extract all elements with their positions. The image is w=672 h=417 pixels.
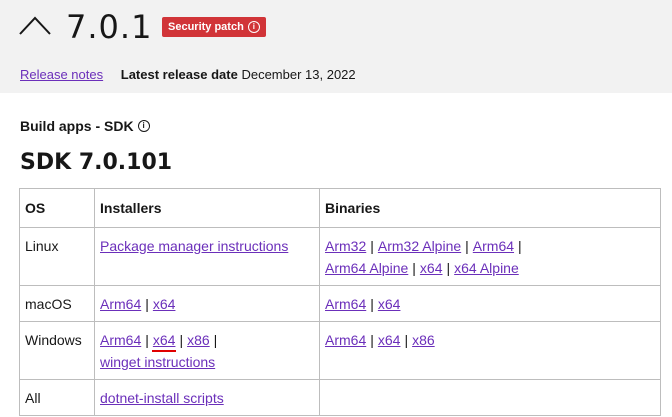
sdk-title: SDK 7.0.101 bbox=[20, 150, 173, 175]
release-info-row: Release notes Latest release date Decemb… bbox=[20, 67, 356, 82]
binaries-cell: Arm64 | x64 bbox=[319, 285, 661, 322]
link-x86[interactable]: x86 bbox=[187, 332, 210, 348]
link-arm64[interactable]: Arm64 bbox=[325, 296, 366, 312]
link-x64[interactable]: x64 bbox=[378, 332, 401, 348]
link-x64[interactable]: x64 bbox=[378, 296, 401, 312]
release-header: 7.0.1 Security patch i Release notes Lat… bbox=[0, 0, 672, 93]
downloads-table: OS Installers Binaries Linux Package man… bbox=[19, 188, 661, 416]
installers-cell: Package manager instructions bbox=[94, 227, 320, 286]
latest-release-date: December 13, 2022 bbox=[241, 67, 356, 82]
version-title: 7.0.1 bbox=[66, 8, 153, 46]
link-package-manager[interactable]: Package manager instructions bbox=[100, 238, 288, 254]
link-arm64[interactable]: Arm64 bbox=[100, 296, 141, 312]
link-arm32[interactable]: Arm32 bbox=[325, 238, 366, 254]
os-cell: All bbox=[19, 379, 95, 416]
link-dotnet-install-scripts[interactable]: dotnet-install scripts bbox=[100, 390, 224, 406]
chevron-up-icon[interactable] bbox=[18, 14, 52, 36]
binaries-cell: Arm64 | x64 | x86 bbox=[319, 321, 661, 380]
link-x64-alpine[interactable]: x64 Alpine bbox=[454, 260, 519, 276]
release-notes-link[interactable]: Release notes bbox=[20, 67, 103, 82]
latest-release-label: Latest release date bbox=[120, 67, 238, 82]
link-arm32-alpine[interactable]: Arm32 Alpine bbox=[378, 238, 461, 254]
column-header-binaries: Binaries bbox=[319, 188, 661, 228]
table-row: Windows Arm64 | x64 | x86 | winget instructio… bbox=[19, 321, 661, 380]
installers-cell: Arm64 | x64 | x86 | winget instructions bbox=[94, 321, 320, 380]
binaries-cell bbox=[319, 379, 661, 416]
table-row: macOS Arm64 | x64 Arm64 | x64 bbox=[19, 285, 661, 322]
installers-cell: dotnet-install scripts bbox=[94, 379, 320, 416]
badge-label: Security patch bbox=[168, 21, 244, 33]
link-arm64[interactable]: Arm64 bbox=[473, 238, 514, 254]
link-winget-instructions[interactable]: winget instructions bbox=[100, 354, 215, 370]
info-icon[interactable]: i bbox=[247, 21, 260, 33]
section-title-text: Build apps - SDK bbox=[20, 118, 134, 134]
column-header-os: OS bbox=[19, 188, 95, 228]
table-header-row: OS Installers Binaries bbox=[19, 188, 661, 228]
column-header-installers: Installers bbox=[94, 188, 320, 228]
os-cell: Linux bbox=[19, 227, 95, 286]
link-x64[interactable]: x64 bbox=[420, 260, 443, 276]
link-arm64[interactable]: Arm64 bbox=[325, 332, 366, 348]
link-x86[interactable]: x86 bbox=[412, 332, 435, 348]
link-x64[interactable]: x64 bbox=[153, 332, 176, 348]
os-cell: macOS bbox=[19, 285, 95, 322]
table-row: All dotnet-install scripts bbox=[19, 379, 661, 416]
os-cell: Windows bbox=[19, 321, 95, 380]
section-title: Build apps - SDK i bbox=[20, 118, 150, 134]
info-icon[interactable]: i bbox=[137, 120, 150, 132]
table-row: Linux Package manager instructions Arm32… bbox=[19, 227, 661, 286]
link-x64[interactable]: x64 bbox=[153, 296, 176, 312]
security-badge: Security patch i bbox=[162, 17, 266, 37]
binaries-cell: Arm32 | Arm32 Alpine | Arm64 | Arm64 Alpine | x… bbox=[319, 227, 661, 286]
installers-cell: Arm64 | x64 bbox=[94, 285, 320, 322]
link-arm64-alpine[interactable]: Arm64 Alpine bbox=[325, 260, 408, 276]
link-arm64[interactable]: Arm64 bbox=[100, 332, 141, 348]
